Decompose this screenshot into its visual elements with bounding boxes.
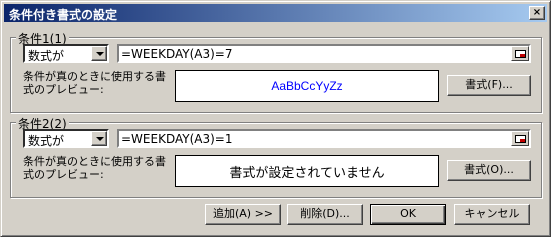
window-title: 条件付き書式の設定	[9, 8, 118, 22]
condition-1-group: 条件1(1) 数式が =WEEKDAY(A3)=7 条件が真のときに使用する書式…	[10, 30, 542, 113]
chevron-down-icon[interactable]	[91, 131, 107, 146]
cancel-button[interactable]: キャンセル	[454, 204, 530, 225]
condition-1-preview-label-text: 条件が真のときに使用する書式のプレビュー:	[23, 70, 166, 96]
condition-2-preview-label-text: 条件が真のときに使用する書式のプレビュー:	[23, 155, 166, 181]
condition-2-preview-box: 書式が設定されていません	[175, 155, 439, 187]
range-select-icon[interactable]	[511, 46, 529, 61]
close-icon[interactable]: ×	[529, 6, 545, 20]
delete-button[interactable]: 削除(D)...	[287, 204, 363, 225]
condition-1-preview-label: 条件が真のときに使用する書式のプレビュー:	[23, 70, 171, 96]
condition-2-type-select[interactable]: 数式が	[23, 129, 109, 148]
title-bar[interactable]: 条件付き書式の設定 ×	[4, 4, 547, 22]
condition-2-preview-text: 書式が設定されていません	[229, 165, 385, 181]
condition-1-preview-box: AaBbCcYyZz	[175, 70, 439, 102]
range-select-icon[interactable]	[511, 131, 529, 146]
ok-button[interactable]: OK	[370, 204, 446, 225]
condition-2-formula-input[interactable]: =WEEKDAY(A3)=1	[117, 129, 531, 148]
condition-1-format-button[interactable]: 書式(F)...	[447, 75, 531, 96]
condition-2-type-value: 数式が	[28, 134, 65, 148]
add-button[interactable]: 追加(A) >>	[205, 204, 281, 225]
condition-2-formula-text: =WEEKDAY(A3)=1	[121, 132, 233, 146]
conditional-format-dialog: 条件付き書式の設定 × 条件1(1) 数式が =WEEKDAY(A3)=7 条件…	[0, 0, 551, 237]
condition-1-formula-input[interactable]: =WEEKDAY(A3)=7	[117, 44, 531, 63]
condition-1-type-value: 数式が	[28, 49, 65, 63]
condition-2-preview-label: 条件が真のときに使用する書式のプレビュー:	[23, 155, 171, 181]
condition-1-preview-text: AaBbCcYyZz	[271, 79, 343, 93]
condition-1-type-select[interactable]: 数式が	[23, 44, 109, 63]
condition-1-formula-text: =WEEKDAY(A3)=7	[121, 47, 233, 61]
condition-2-format-button[interactable]: 書式(O)...	[447, 160, 531, 181]
chevron-down-icon[interactable]	[91, 46, 107, 61]
condition-2-group: 条件2(2) 数式が =WEEKDAY(A3)=1 条件が真のときに使用する書式…	[10, 115, 542, 198]
